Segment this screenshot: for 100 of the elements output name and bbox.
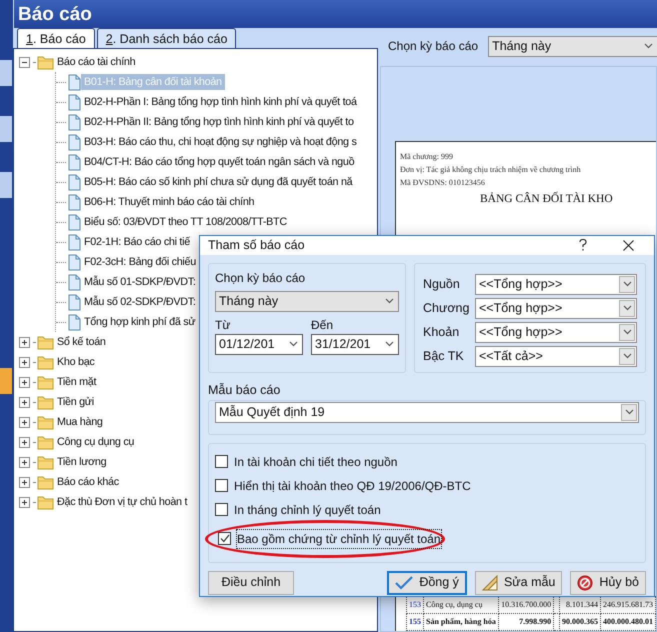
expand-icon[interactable] <box>19 376 30 388</box>
date-field[interactable]: 01/12/201 <box>215 334 303 355</box>
tab[interactable]: 2. Danh sách báo cáo <box>96 28 236 48</box>
tab[interactable]: 1. Báo cáo <box>17 28 95 48</box>
dialog-button[interactable]: Đồng ý <box>387 570 467 594</box>
document-icon <box>68 214 81 230</box>
chevron-down-icon <box>644 43 652 49</box>
ruler-icon <box>482 574 498 590</box>
chevron-down-icon <box>384 341 394 348</box>
tree-item[interactable]: Báo cáo khác <box>54 474 122 490</box>
checkbox-label[interactable]: In tháng chỉnh lý quyết toán <box>234 500 381 518</box>
field-label: Nguồn <box>423 276 461 293</box>
chevron-down-icon <box>288 341 298 348</box>
chevron-down-icon <box>622 329 632 336</box>
tree-item[interactable]: B04/CT-H: Báo cáo tổng hợp quyết toán ngân sách và nguồ <box>81 154 358 170</box>
expand-icon[interactable] <box>19 436 30 448</box>
tree-item[interactable]: Mẫu số 02-SDKP/ĐVDT: <box>81 294 199 310</box>
tree-item[interactable]: Báo cáo tài chính <box>54 54 138 70</box>
document-icon <box>68 194 81 210</box>
tree-item[interactable]: Mua hàng <box>54 414 106 430</box>
checkbox-label[interactable]: Bao gồm chứng từ chỉnh lý quyết toán <box>237 530 441 548</box>
table-cell: 155 <box>406 614 424 630</box>
folder-icon <box>37 374 54 390</box>
tree-item[interactable]: Công cụ dụng cụ <box>54 434 138 450</box>
tree-item[interactable]: B06-H: Thuyết minh báo cáo tài chính <box>81 194 258 210</box>
chevron-down-icon <box>622 281 632 288</box>
expand-icon[interactable] <box>19 456 30 468</box>
document-icon <box>68 234 81 250</box>
dialog-button[interactable]: Sửa mẫu <box>474 570 562 594</box>
period-dropdown[interactable]: Tháng này <box>488 36 657 56</box>
document-icon <box>68 314 81 330</box>
date-field[interactable]: 31/12/201 <box>311 334 399 355</box>
table-cell: Sản phẩm, hàng hóa <box>424 614 499 630</box>
tree-item[interactable]: Biểu số: 03/ĐVDT theo TT 108/2008/TT-BTC <box>81 214 290 230</box>
close-icon[interactable] <box>623 240 634 251</box>
chevron-down-icon <box>622 305 632 312</box>
tree-item[interactable]: B02-H-Phần I: Bảng tổng hợp tình hình kinh phí và quyết toá <box>81 94 360 110</box>
filter-dropdown[interactable]: <<Tất cả>> <box>475 346 637 367</box>
dialog-button[interactable]: Điều chỉnh <box>208 570 294 594</box>
checkbox[interactable] <box>215 479 228 492</box>
template-dropdown[interactable]: Mẫu Quyết định 19 <box>215 402 639 422</box>
expand-icon[interactable] <box>19 396 30 408</box>
folder-icon <box>37 354 54 370</box>
checkbox-label[interactable]: In tài khoản chi tiết theo nguồn <box>234 452 398 470</box>
chevron-down-icon <box>622 353 632 360</box>
expand-icon[interactable] <box>19 496 30 508</box>
checkbox-label[interactable]: Hiển thị tài khoản theo QĐ 19/2006/QĐ-BTC <box>234 476 471 494</box>
filter-dropdown[interactable]: <<Tổng hợp>> <box>475 322 637 343</box>
tree-item[interactable]: Sổ kế toán <box>54 334 109 350</box>
tree-item[interactable]: Kho bạc <box>54 354 98 370</box>
period-dropdown[interactable]: Tháng này <box>215 290 399 312</box>
expand-icon[interactable] <box>19 356 30 368</box>
folder-icon <box>37 494 54 510</box>
no-entry-icon <box>577 574 594 590</box>
document-icon <box>68 154 81 170</box>
field-label: Từ <box>215 316 232 334</box>
expand-icon[interactable] <box>19 476 30 488</box>
check-icon <box>395 574 414 590</box>
tree-item[interactable]: Tổng hợp kinh phí đã sử <box>81 314 198 330</box>
filter-dropdown[interactable]: <<Tổng hợp>> <box>475 298 637 319</box>
checkbox[interactable] <box>215 503 228 516</box>
folder-icon <box>37 414 54 430</box>
tree-item[interactable]: Tiền gửi <box>54 394 97 410</box>
tree-item[interactable]: Tiền lương <box>54 454 110 470</box>
filter-dropdown[interactable]: <<Tổng hợp>> <box>475 274 637 295</box>
document-icon <box>68 134 81 150</box>
field-label: Đến <box>311 316 334 334</box>
checkbox[interactable] <box>218 532 231 545</box>
document-icon <box>68 254 81 270</box>
tree-item[interactable]: B02-H-Phần II: Bảng tổng hợp tình hình kinh phí và quyết to <box>81 114 357 130</box>
folder-icon <box>37 454 54 470</box>
table-cell: 400.000.480.01 <box>600 614 656 630</box>
document-icon <box>68 94 81 110</box>
help-icon[interactable] <box>579 239 587 252</box>
tree-item[interactable]: F02-1H: Báo cáo chi tiế <box>81 234 193 250</box>
report-header-line: Mã chương: 999 <box>400 151 454 163</box>
tree-item[interactable]: F02-3cH: Bảng đối chiếu <box>81 254 199 270</box>
tree-item[interactable]: B03-H: Báo cáo thu, chi hoạt động sự nghiệp và hoạt động s <box>81 134 360 150</box>
folder-icon <box>37 434 54 450</box>
window-title: Báo cáo <box>14 0 657 28</box>
tree-item[interactable]: B05-H: Báo cáo số kinh phí chưa sử dụng đã quyết toán nă <box>81 174 356 190</box>
dialog-button[interactable]: Hủy bỏ <box>570 570 646 594</box>
collapse-icon[interactable] <box>19 56 30 68</box>
tree-item[interactable]: Mẫu số 01-SDKP/ĐVDT: <box>81 274 199 290</box>
document-icon <box>68 294 81 310</box>
folder-icon <box>37 474 54 490</box>
field-label: Khoản <box>423 324 460 341</box>
document-icon <box>68 114 81 130</box>
expand-icon[interactable] <box>19 336 30 348</box>
field-label: Chương <box>423 300 470 317</box>
folder-icon <box>37 54 54 70</box>
document-icon <box>68 74 81 90</box>
tree-item[interactable]: Đặc thù Đơn vị tự chủ hoàn t <box>54 494 190 510</box>
field-label: Bậc TK <box>423 348 465 365</box>
field-label: Mẫu báo cáo <box>208 382 282 399</box>
document-icon <box>68 174 81 190</box>
expand-icon[interactable] <box>19 416 30 428</box>
tree-item[interactable]: Tiền mặt <box>54 374 100 390</box>
checkbox[interactable] <box>215 455 228 468</box>
report-header-line: Mã ĐVSDNS: 010123456 <box>400 177 486 189</box>
